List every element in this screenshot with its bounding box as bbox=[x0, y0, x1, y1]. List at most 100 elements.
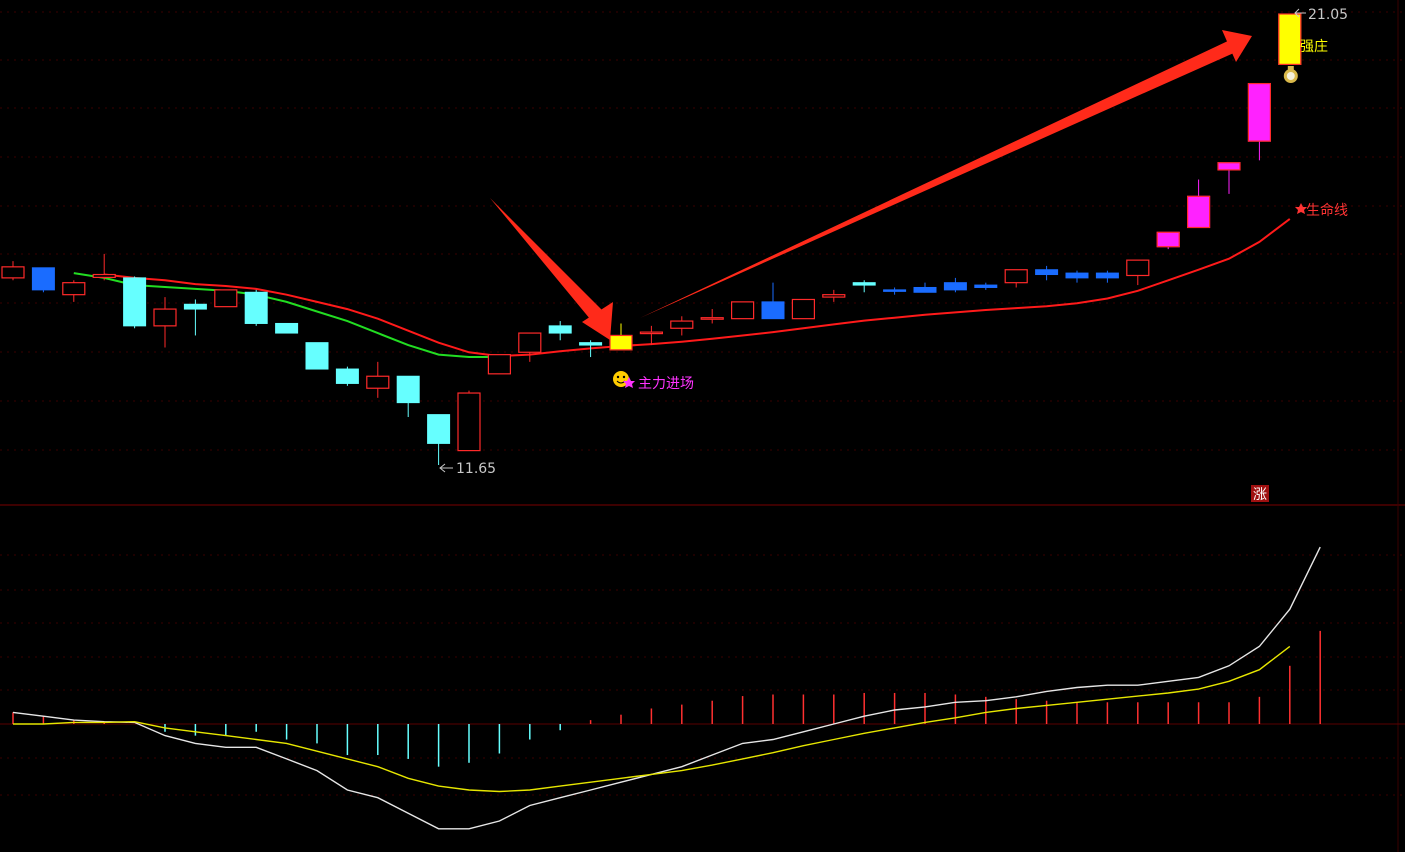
candle bbox=[366, 361, 390, 398]
candle bbox=[183, 299, 207, 336]
main-force-entry-label: 主力进场 bbox=[638, 376, 694, 392]
smiley-eye bbox=[616, 375, 620, 379]
candlesticks bbox=[1, 13, 1302, 465]
up-arrow-shaft bbox=[640, 40, 1236, 318]
candle-body bbox=[214, 289, 238, 308]
candle bbox=[1065, 270, 1089, 283]
candle-core bbox=[617, 336, 625, 349]
candle bbox=[518, 332, 542, 362]
candle-body bbox=[883, 289, 907, 292]
candle-body bbox=[92, 273, 116, 279]
candle bbox=[214, 289, 238, 308]
candle-body bbox=[335, 368, 359, 384]
strong-dealer-label: 强庄 bbox=[1300, 38, 1328, 55]
candle-body bbox=[366, 375, 390, 389]
limit-up-badge: 涨 bbox=[1253, 487, 1267, 503]
candle bbox=[1217, 162, 1241, 194]
candle bbox=[1035, 265, 1059, 281]
candle bbox=[335, 366, 359, 386]
candle bbox=[1186, 179, 1211, 229]
candle bbox=[487, 354, 511, 375]
candle-body bbox=[1035, 269, 1059, 276]
candle-body bbox=[62, 282, 86, 296]
candle-body bbox=[518, 332, 542, 353]
candle-body bbox=[1095, 272, 1119, 279]
candle bbox=[62, 280, 86, 302]
candle bbox=[548, 321, 572, 341]
candle-body bbox=[427, 414, 451, 444]
candle bbox=[1, 261, 25, 281]
candle bbox=[1004, 269, 1028, 288]
candle bbox=[427, 414, 451, 465]
candle-body bbox=[1065, 272, 1089, 279]
candle bbox=[913, 282, 937, 293]
candle-body bbox=[153, 308, 177, 327]
candle-body bbox=[913, 286, 937, 293]
candle-body bbox=[700, 317, 724, 320]
moving-average-lines bbox=[73, 218, 1291, 358]
candle bbox=[639, 325, 664, 346]
candle-body bbox=[1004, 269, 1028, 284]
candle bbox=[1126, 259, 1150, 286]
candle bbox=[609, 323, 633, 351]
candle-body bbox=[487, 354, 511, 375]
candle-body bbox=[31, 267, 55, 291]
max-price-label: 21.05 bbox=[1308, 7, 1348, 23]
candle-core bbox=[1285, 15, 1294, 64]
candle bbox=[852, 280, 876, 293]
candle bbox=[305, 342, 329, 370]
smiley-eye bbox=[622, 375, 626, 379]
candle-body bbox=[761, 301, 785, 320]
stock-chart: 21.05 11.65 强庄 主力进场 生命线 涨 bbox=[0, 0, 1405, 852]
candle-body bbox=[457, 392, 481, 452]
candle bbox=[1278, 13, 1302, 65]
candle bbox=[974, 282, 998, 290]
candle-body bbox=[852, 282, 876, 286]
candle bbox=[700, 309, 724, 324]
candle-body bbox=[396, 375, 420, 404]
candle bbox=[883, 287, 907, 295]
macd-dif-line bbox=[12, 546, 1321, 830]
candle bbox=[153, 297, 177, 348]
candle bbox=[457, 390, 481, 452]
candle-core bbox=[1255, 84, 1264, 141]
candle-body bbox=[639, 331, 664, 335]
candle bbox=[244, 289, 268, 326]
min-price-label: 11.65 bbox=[456, 461, 496, 477]
candle-body bbox=[791, 298, 816, 320]
candle bbox=[123, 276, 147, 329]
candle-body bbox=[244, 291, 268, 324]
down-arrow-shaft bbox=[490, 198, 604, 325]
candle bbox=[730, 301, 755, 320]
money-bag-coin bbox=[1286, 72, 1295, 80]
candle-body bbox=[123, 277, 147, 327]
candle-core bbox=[1194, 197, 1203, 227]
candle bbox=[31, 267, 55, 293]
candle-body bbox=[1126, 259, 1150, 277]
candle-body bbox=[822, 294, 846, 298]
candle-body bbox=[183, 303, 207, 310]
candle bbox=[943, 277, 967, 293]
candle bbox=[822, 289, 846, 302]
money-bag-neck bbox=[1287, 66, 1294, 70]
candle-body bbox=[305, 342, 329, 370]
candle-body bbox=[670, 320, 694, 329]
candle-core bbox=[1164, 233, 1173, 246]
candle bbox=[1095, 270, 1119, 283]
candle bbox=[1247, 82, 1272, 161]
candle-body bbox=[579, 342, 603, 346]
red-ma-line bbox=[104, 218, 1291, 358]
candle-body bbox=[275, 322, 299, 334]
candle bbox=[1156, 231, 1180, 250]
candle-body bbox=[730, 301, 755, 320]
candle bbox=[670, 316, 694, 336]
candle-body bbox=[943, 282, 967, 291]
candle bbox=[92, 253, 116, 281]
candle bbox=[396, 375, 420, 418]
candle bbox=[791, 298, 816, 320]
trend-arrows bbox=[490, 30, 1252, 340]
lifeline-label: 生命线 bbox=[1306, 202, 1348, 219]
candle-body bbox=[548, 325, 572, 334]
macd-indicator bbox=[0, 546, 1405, 830]
candle-body bbox=[974, 284, 998, 288]
